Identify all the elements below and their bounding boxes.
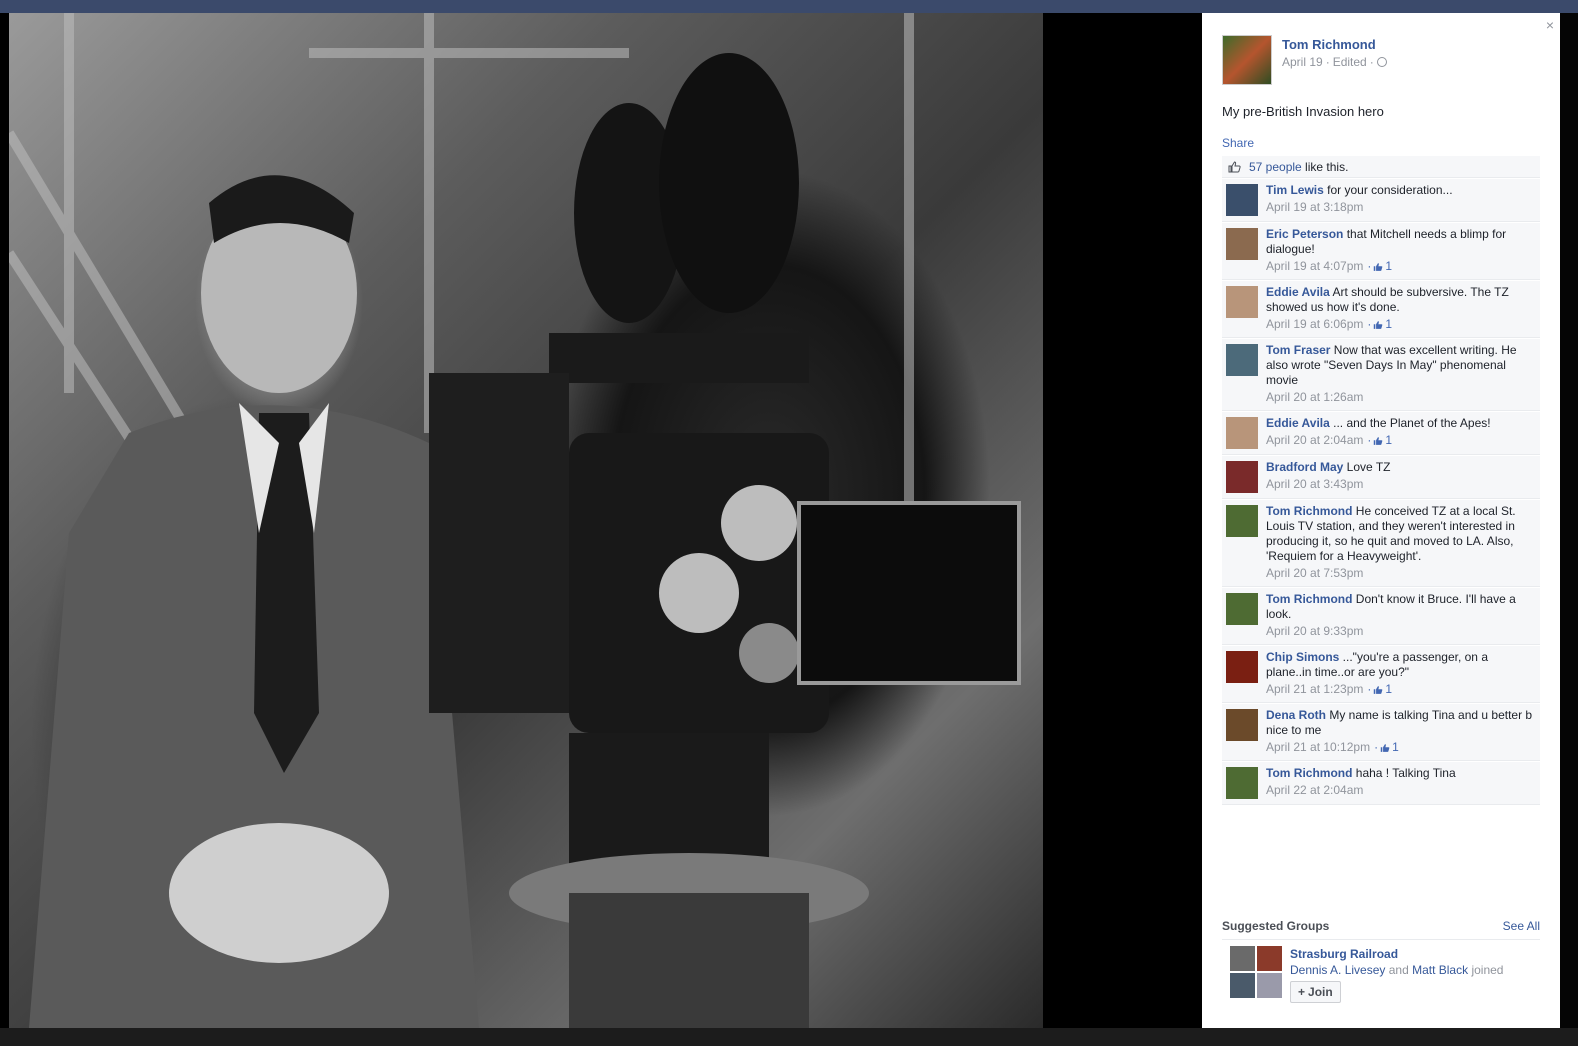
comment-time[interactable]: April 20 at 3:43pm: [1266, 477, 1363, 492]
post-photo[interactable]: [9, 13, 1043, 1028]
likes-count-link[interactable]: 57 people: [1249, 160, 1302, 174]
comment-time[interactable]: April 19 at 4:07pm: [1266, 259, 1363, 274]
comment-item: Eric Peterson that Mitchell needs a blim…: [1222, 222, 1540, 280]
post-date[interactable]: April 19: [1282, 55, 1323, 69]
commenter-avatar[interactable]: [1226, 767, 1258, 799]
comment-item: Chip Simons ..."you're a passenger, on a…: [1222, 645, 1540, 703]
commenter-name[interactable]: Bradford May: [1266, 460, 1343, 474]
comment-time[interactable]: April 20 at 1:26am: [1266, 390, 1363, 405]
comment-item: Eddie Avila ... and the Planet of the Ap…: [1222, 411, 1540, 455]
commenter-name[interactable]: Dena Roth: [1266, 708, 1326, 722]
post-sidebar: × Tom Richmond April 19 · Edited · My pr…: [1202, 13, 1560, 1028]
member-link[interactable]: Matt Black: [1412, 963, 1468, 977]
group-name[interactable]: Strasburg Railroad: [1290, 946, 1503, 962]
commenter-name[interactable]: Tom Richmond: [1266, 766, 1352, 780]
post-meta: April 19 · Edited ·: [1282, 55, 1387, 69]
commenter-avatar[interactable]: [1226, 709, 1258, 741]
comment-time[interactable]: April 19 at 6:06pm: [1266, 317, 1363, 332]
join-button[interactable]: + Join: [1290, 981, 1341, 1003]
comment-item: Dena Roth My name is talking Tina and u …: [1222, 703, 1540, 761]
see-all-link[interactable]: See All: [1503, 919, 1540, 933]
comment-time[interactable]: April 21 at 1:23pm: [1266, 682, 1363, 697]
comment-time[interactable]: April 22 at 2:04am: [1266, 783, 1363, 798]
commenter-name[interactable]: Chip Simons: [1266, 650, 1339, 664]
comment-item: Eddie Avila Art should be subversive. Th…: [1222, 280, 1540, 338]
commenter-avatar[interactable]: [1226, 286, 1258, 318]
comment-time[interactable]: April 21 at 10:12pm: [1266, 740, 1370, 755]
comment-text: Love TZ: [1343, 460, 1391, 474]
suggested-groups-title: Suggested Groups: [1222, 919, 1330, 933]
comment-like-count: 1: [1392, 740, 1399, 754]
commenter-name[interactable]: Tom Richmond: [1266, 504, 1352, 518]
member-link[interactable]: Dennis A. Livesey: [1290, 963, 1385, 977]
commenter-avatar[interactable]: [1226, 593, 1258, 625]
plus-icon: +: [1298, 985, 1306, 999]
comment-likes[interactable]: · 1: [1367, 682, 1392, 697]
comment-like-count: 1: [1385, 433, 1393, 447]
commenter-avatar[interactable]: [1226, 184, 1258, 216]
commenter-name[interactable]: Tom Richmond: [1266, 592, 1352, 606]
comment-like-count: 1: [1385, 317, 1393, 331]
commenter-avatar[interactable]: [1226, 461, 1258, 493]
edited-label[interactable]: Edited: [1333, 55, 1367, 69]
commenter-name[interactable]: Eric Peterson: [1266, 227, 1343, 241]
thumbs-up-icon: [1374, 320, 1383, 329]
commenter-avatar[interactable]: [1226, 651, 1258, 683]
comment-item: Tim Lewis for your consideration... April…: [1222, 178, 1540, 222]
comment-time[interactable]: April 20 at 2:04am: [1266, 433, 1363, 448]
comment-item: Tom Richmond haha ! Talking Tina April 22…: [1222, 761, 1540, 805]
thumbs-up-icon: [1374, 436, 1383, 445]
commenter-avatar[interactable]: [1226, 505, 1258, 537]
share-link[interactable]: Share: [1222, 136, 1254, 150]
comment-likes[interactable]: · 1: [1374, 740, 1399, 755]
comment-list: Tim Lewis for your consideration... April…: [1222, 178, 1540, 805]
comment-item: Tom Richmond Don't know it Bruce. I'll h…: [1222, 587, 1540, 645]
commenter-name[interactable]: Eddie Avila: [1266, 416, 1330, 430]
comment-time[interactable]: April 20 at 9:33pm: [1266, 624, 1363, 639]
author-name[interactable]: Tom Richmond: [1282, 37, 1387, 52]
comment-text: haha ! Talking Tina: [1352, 766, 1456, 780]
comments-section: 57 people like this. Tim Lewis for your …: [1222, 156, 1540, 805]
group-members: Dennis A. Livesey and Matt Black joined: [1290, 963, 1504, 977]
globe-icon[interactable]: [1376, 57, 1387, 67]
top-navbar: [0, 0, 1578, 13]
group-thumbnail[interactable]: [1230, 946, 1282, 998]
commenter-name[interactable]: Tom Fraser: [1266, 343, 1330, 357]
photo-illustration: [9, 13, 1021, 1028]
close-icon[interactable]: ×: [1546, 17, 1554, 33]
comment-like-count: 1: [1385, 259, 1393, 273]
comment-item: Tom Richmond He conceived TZ at a local …: [1222, 499, 1540, 587]
commenter-avatar[interactable]: [1226, 344, 1258, 376]
comment-likes[interactable]: · 1: [1367, 259, 1392, 274]
thumbs-up-icon: [1228, 160, 1241, 172]
post-caption: My pre-British Invasion hero: [1222, 104, 1384, 119]
thumbs-up-icon: [1374, 685, 1383, 694]
post-header: Tom Richmond April 19 · Edited ·: [1222, 35, 1387, 85]
comment-likes[interactable]: · 1: [1367, 433, 1392, 448]
comment-likes[interactable]: · 1: [1367, 317, 1392, 332]
commenter-name[interactable]: Tim Lewis: [1266, 183, 1324, 197]
thumbs-up-icon: [1374, 262, 1383, 271]
likes-summary: 57 people like this.: [1222, 156, 1540, 178]
comment-like-count: 1: [1385, 682, 1393, 696]
comment-time[interactable]: April 20 at 7:53pm: [1266, 566, 1363, 581]
comment-text: ... and the Planet of the Apes!: [1329, 416, 1491, 430]
commenter-avatar[interactable]: [1226, 228, 1258, 260]
comment-text: for your consideration...: [1323, 183, 1453, 197]
comment-item: Tom Fraser Now that was excellent writin…: [1222, 338, 1540, 411]
comment-item: Bradford May Love TZ April 20 at 3:43pm: [1222, 455, 1540, 499]
photo-stage: [0, 13, 1202, 1028]
bottom-strip: [0, 1028, 1578, 1046]
commenter-avatar[interactable]: [1226, 417, 1258, 449]
thumbs-up-icon: [1380, 743, 1390, 752]
suggested-groups-header: Suggested Groups See All: [1222, 919, 1540, 940]
suggested-group: Strasburg Railroad Dennis A. Livesey and…: [1230, 946, 1503, 1003]
comment-time[interactable]: April 19 at 3:18pm: [1266, 200, 1363, 215]
commenter-name[interactable]: Eddie Avila: [1266, 285, 1330, 299]
author-avatar[interactable]: [1222, 35, 1272, 85]
